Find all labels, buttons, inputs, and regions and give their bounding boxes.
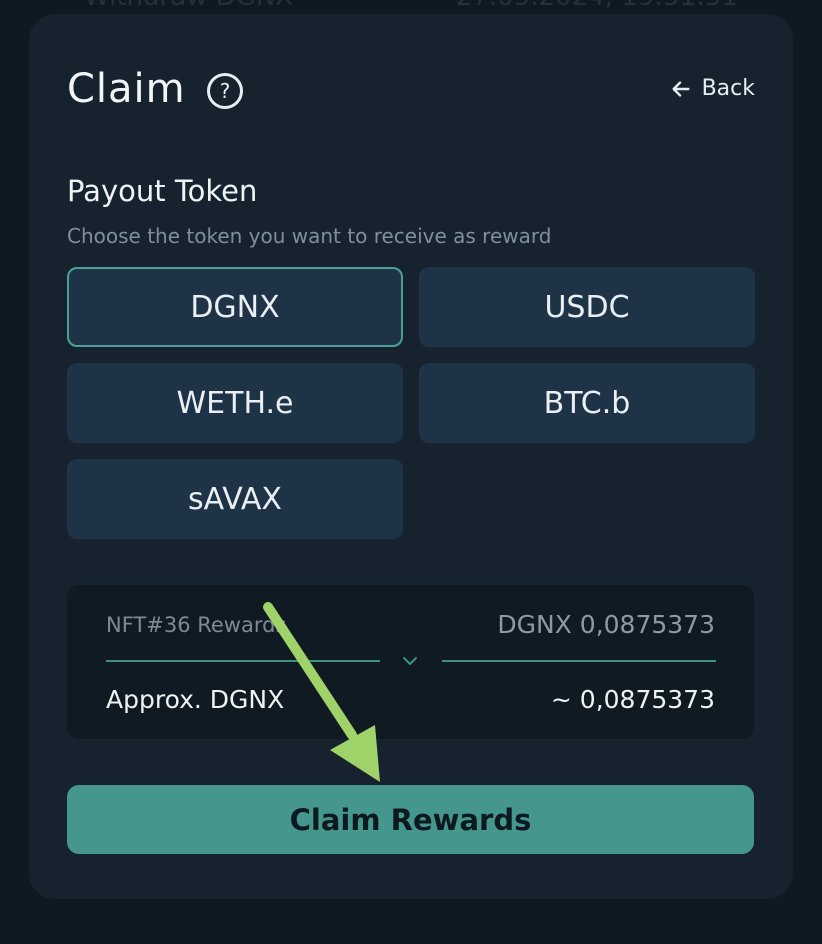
payout-token-title: Payout Token — [67, 174, 258, 208]
divider-left — [106, 660, 380, 662]
chevron-down-icon — [403, 657, 417, 665]
token-option-dgnx[interactable]: DGNX — [67, 267, 403, 347]
token-option-btcb[interactable]: BTC.b — [419, 363, 755, 443]
nft-rewards-value: DGNX 0,0875373 — [497, 610, 715, 639]
modal-title: Claim — [67, 66, 186, 112]
back-button[interactable]: Back — [670, 76, 755, 101]
arrow-left-icon — [672, 80, 690, 97]
token-option-savax[interactable]: sAVAX — [67, 459, 403, 539]
token-option-usdc[interactable]: USDC — [419, 267, 755, 347]
background-footer-row — [0, 904, 822, 944]
back-label: Back — [701, 76, 755, 101]
claim-modal: Claim ? Back Payout Token Choose the tok… — [29, 14, 793, 899]
divider-right — [442, 660, 716, 662]
claim-rewards-button[interactable]: Claim Rewards — [67, 785, 754, 854]
nft-rewards-label: NFT#36 Rewards — [106, 613, 287, 637]
history-label: Withdraw DGNX — [84, 0, 293, 12]
rewards-summary-panel: NFT#36 Rewards DGNX 0,0875373 Approx. DG… — [67, 585, 754, 739]
approx-value: ~ 0,0875373 — [550, 685, 715, 714]
history-timestamp: 27.05.2024, 19:51:51 — [456, 0, 738, 12]
approx-label: Approx. DGNX — [106, 685, 285, 714]
token-option-weth[interactable]: WETH.e — [67, 363, 403, 443]
question-circle-icon[interactable]: ? — [207, 73, 243, 109]
payout-token-subtitle: Choose the token you want to receive as … — [67, 224, 552, 248]
